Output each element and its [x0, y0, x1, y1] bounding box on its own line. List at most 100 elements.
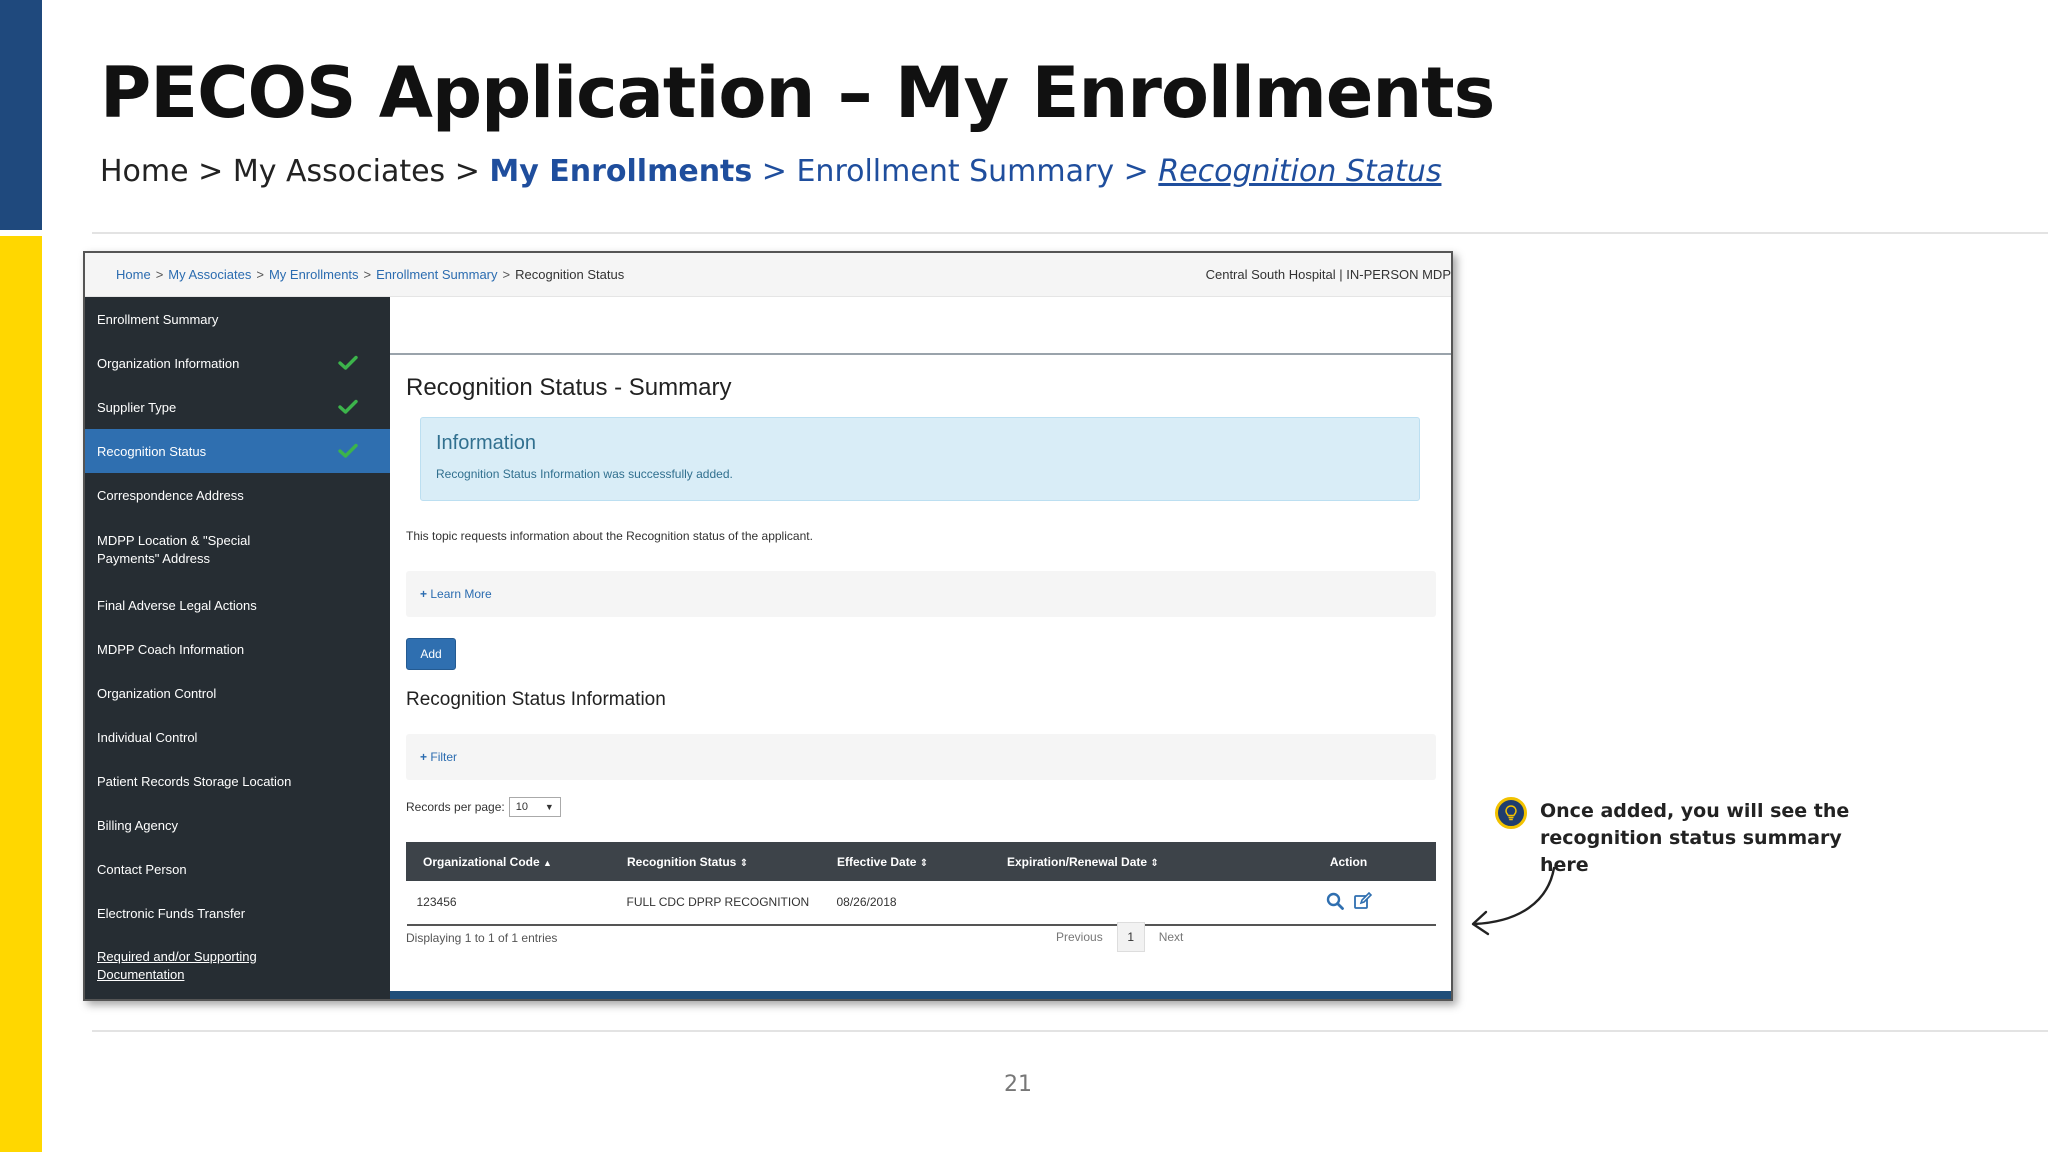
sidebar-item-patient-records-storage-location[interactable]: Patient Records Storage Location: [85, 759, 390, 803]
app-breadcrumb: Home > My Associates > My Enrollments > Enroll…: [116, 267, 624, 282]
pagination-next[interactable]: Next: [1159, 930, 1184, 944]
callout-text: Once added, you will see the recognition…: [1540, 800, 1850, 876]
lightbulb-icon: [1495, 797, 1527, 829]
sidebar-item-required-documentation[interactable]: Required and/or Supporting Documentation: [85, 935, 390, 997]
learn-more-panel[interactable]: + Learn More: [406, 571, 1436, 617]
sidebar-item-electronic-funds-transfer[interactable]: Electronic Funds Transfer: [85, 891, 390, 935]
column-header-action: Action: [1261, 842, 1436, 881]
section-title: Recognition Status Information: [406, 689, 666, 710]
records-per-page-value: 10: [515, 801, 528, 813]
pagination: Previous 1 Next: [1056, 922, 1183, 952]
column-header-label: Recognition Status: [627, 854, 737, 869]
pagination-previous[interactable]: Previous: [1056, 930, 1103, 944]
sidebar-item-label: Final Adverse Legal Actions: [97, 597, 257, 613]
column-header-recognition-status[interactable]: Recognition Status ⇕: [626, 842, 837, 881]
sort-icon: ⇕: [739, 857, 749, 869]
plus-icon: +: [420, 750, 428, 764]
filter-link[interactable]: Filter: [430, 750, 457, 764]
pagination-page[interactable]: 1: [1116, 922, 1145, 952]
curved-arrow-icon: [1471, 866, 1556, 936]
main-content: Recognition Status - Summary Information…: [390, 297, 1451, 999]
sidebar-item-organization-control[interactable]: Organization Control: [85, 671, 390, 715]
table-header-row: Organizational Code ▲ Recognition Status…: [406, 842, 1436, 881]
sidebar-item-label: Correspondence Address: [97, 487, 244, 503]
column-header-label: Organizational Code: [423, 854, 540, 869]
sidebar-item-contact-person[interactable]: Contact Person: [85, 847, 390, 891]
search-icon[interactable]: [1325, 891, 1345, 911]
sidebar-item-label: Enrollment Summary: [97, 311, 219, 327]
filter-panel[interactable]: + Filter: [406, 734, 1436, 780]
column-header-label: Expiration/Renewal Date: [1007, 854, 1148, 869]
slide-divider-top: [92, 232, 2048, 234]
facility-label: Central South Hospital | IN-PERSON MDP: [1205, 267, 1451, 282]
check-icon: [338, 355, 358, 370]
sidebar-item-final-adverse-legal-actions[interactable]: Final Adverse Legal Actions: [85, 583, 390, 627]
slide-crumb-enrollment-summary: Enrollment Summary: [796, 154, 1115, 189]
sort-icon: ⇕: [1150, 857, 1159, 869]
topic-description: This topic requests information about th…: [406, 529, 813, 543]
app-crumb-sep: >: [363, 267, 372, 282]
sidebar-item-label: Billing Agency: [97, 817, 178, 833]
sidebar-item-supplier-type[interactable]: Supplier Type: [85, 385, 390, 429]
slide-crumb-sep: >: [752, 154, 797, 189]
sidebar-item-label: MDPP Location & "Special Payments" Addre…: [97, 533, 251, 566]
slide-blue-bar: [0, 0, 42, 230]
sidebar-item-label: Organization Control: [97, 685, 217, 701]
slide-crumb-sep: >: [188, 154, 233, 189]
plus-icon: +: [420, 587, 428, 601]
sidebar-item-correspondence-address[interactable]: Correspondence Address: [85, 473, 390, 517]
slide-crumb-my-enrollments: My Enrollments: [489, 154, 753, 189]
sidebar-item-mdpp-location[interactable]: MDPP Location & "Special Payments" Addre…: [85, 517, 390, 583]
page-number: 21: [1004, 1072, 1032, 1097]
app-crumb-sep: >: [256, 267, 264, 282]
app-crumb-current: Recognition Status: [515, 267, 625, 282]
content-header-strip: [390, 297, 1451, 355]
records-per-page-select[interactable]: 10 ▼: [508, 797, 561, 817]
caret-down-icon: ▼: [544, 802, 554, 812]
sidebar-item-label: Recognition Status: [97, 443, 207, 459]
info-alert-message: Recognition Status Information was succe…: [436, 467, 733, 481]
slide-divider-bottom: [92, 1030, 2048, 1032]
sidebar-item-label: Individual Control: [97, 729, 198, 745]
edit-icon[interactable]: [1353, 891, 1373, 911]
sidebar-item-billing-agency[interactable]: Billing Agency: [85, 803, 390, 847]
sidebar-item-mdpp-coach-information[interactable]: MDPP Coach Information: [85, 627, 390, 671]
sidebar-item-recognition-status[interactable]: Recognition Status: [85, 429, 390, 473]
info-alert-title: Information: [436, 432, 537, 454]
app-crumb-my-associates[interactable]: My Associates: [168, 267, 251, 282]
slide-yellow-bar: [0, 236, 42, 1152]
app-topbar: Home > My Associates > My Enrollments > Enroll…: [85, 253, 1451, 297]
records-per-page: Records per page: 10 ▼: [406, 797, 561, 817]
add-button[interactable]: Add: [406, 638, 456, 670]
app-screenshot: Home > My Associates > My Enrollments > Enroll…: [83, 251, 1453, 1001]
sidebar-item-organization-information[interactable]: Organization Information: [85, 341, 390, 385]
slide-crumb-home: Home: [100, 154, 189, 189]
slide-title: PECOS Application – My Enrollments: [100, 52, 1495, 134]
records-per-page-label: Records per page:: [406, 800, 505, 814]
sidebar-item-label: Organization Information: [97, 355, 240, 371]
app-crumb-my-enrollments[interactable]: My Enrollments: [269, 267, 359, 282]
cell-expiration-date: [1006, 880, 1262, 926]
sidebar-item-label: MDPP Coach Information: [97, 641, 245, 657]
app-crumb-sep: >: [502, 267, 511, 282]
learn-more-link[interactable]: Learn More: [430, 587, 491, 601]
sidebar-item-label: Electronic Funds Transfer: [97, 905, 246, 921]
slide-crumb-my-associates: My Associates: [232, 154, 446, 189]
entries-info: Displaying 1 to 1 of 1 entries: [406, 931, 558, 945]
column-header-org-code[interactable]: Organizational Code ▲: [406, 842, 627, 881]
column-header-label: Effective Date: [837, 854, 917, 869]
cell-recognition-status: FULL CDC DPRP RECOGNITION: [626, 880, 837, 926]
app-crumb-home[interactable]: Home: [116, 267, 151, 282]
table-row: 123456 FULL CDC DPRP RECOGNITION 08/26/2…: [406, 880, 1436, 926]
sidebar-item-label: Patient Records Storage Location: [97, 773, 292, 789]
app-crumb-enrollment-summary[interactable]: Enrollment Summary: [376, 267, 497, 282]
column-header-effective-date[interactable]: Effective Date ⇕: [836, 842, 1007, 881]
sidebar: Enrollment Summary Organization Informat…: [85, 297, 390, 999]
sidebar-item-enrollment-summary[interactable]: Enrollment Summary: [85, 297, 390, 341]
app-footer-bar: [390, 991, 1451, 999]
cell-org-code: 123456: [406, 880, 627, 926]
column-header-expiration-date[interactable]: Expiration/Renewal Date ⇕: [1006, 842, 1262, 881]
app-crumb-sep: >: [155, 267, 164, 282]
sidebar-item-individual-control[interactable]: Individual Control: [85, 715, 390, 759]
slide-crumb-recognition-status[interactable]: Recognition Status: [1158, 154, 1441, 189]
